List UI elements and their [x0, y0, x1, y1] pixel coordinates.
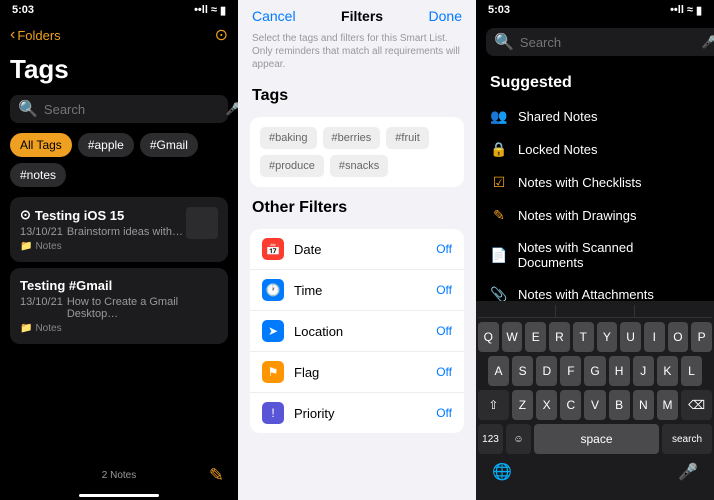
tags-row: All Tags #apple #Gmail #notes: [0, 123, 238, 197]
delete-key[interactable]: ⌫: [681, 390, 712, 420]
filter-time[interactable]: 🕐TimeOff: [250, 270, 464, 311]
checklist-icon: ☑: [490, 174, 508, 191]
letter-key[interactable]: R: [549, 322, 570, 352]
section-title: Tags: [238, 81, 476, 111]
tag-chip[interactable]: #berries: [323, 127, 381, 149]
note-thumbnail: [186, 207, 218, 239]
prediction[interactable]: [635, 305, 712, 317]
filter-date[interactable]: 📅DateOff: [250, 229, 464, 270]
hint-text: Select the tags and filters for this Sma…: [238, 32, 476, 81]
letter-key[interactable]: S: [512, 356, 533, 386]
folder-icon: 📁: [20, 323, 32, 334]
letter-key[interactable]: A: [488, 356, 509, 386]
letter-key[interactable]: U: [620, 322, 641, 352]
letter-key[interactable]: N: [633, 390, 654, 420]
suggestion-row[interactable]: 🔒Locked Notes: [476, 133, 714, 166]
letter-key[interactable]: E: [525, 322, 546, 352]
tag-chip[interactable]: #baking: [260, 127, 317, 149]
back-button[interactable]: ‹Folders: [10, 26, 61, 44]
suggestion-row[interactable]: ✎Notes with Drawings: [476, 199, 714, 232]
letter-key[interactable]: O: [668, 322, 689, 352]
flag-icon: ⚑: [262, 361, 284, 383]
document-icon: 📄: [490, 247, 508, 264]
letter-key[interactable]: I: [644, 322, 665, 352]
letter-key[interactable]: W: [502, 322, 523, 352]
globe-icon[interactable]: 🌐: [492, 462, 512, 482]
home-indicator[interactable]: [79, 494, 159, 497]
letter-key[interactable]: X: [536, 390, 557, 420]
cancel-button[interactable]: Cancel: [252, 8, 296, 24]
search-icon: 🔍: [18, 99, 38, 119]
note-card[interactable]: ⊙Testing iOS 15 13/10/21Brainstorm ideas…: [10, 197, 228, 262]
letter-key[interactable]: K: [657, 356, 678, 386]
shift-key[interactable]: ⇧: [478, 390, 509, 420]
compose-button[interactable]: ✎: [209, 465, 224, 486]
tag-chip[interactable]: #fruit: [386, 127, 428, 149]
status-bar: 5:03 ••ll≈▮: [0, 0, 238, 20]
note-card[interactable]: Testing #Gmail 13/10/21How to Create a G…: [10, 268, 228, 344]
letter-key[interactable]: C: [560, 390, 581, 420]
mic-icon[interactable]: 🎤: [226, 102, 238, 116]
tag-chip[interactable]: #Gmail: [140, 133, 198, 157]
priority-icon: !: [262, 402, 284, 424]
tag-chip[interactable]: #produce: [260, 155, 324, 177]
chevron-left-icon: ‹: [10, 26, 15, 44]
calendar-icon: 📅: [262, 238, 284, 260]
prediction[interactable]: [556, 305, 634, 317]
search-icon: 🔍: [494, 32, 514, 52]
search-key[interactable]: search: [662, 424, 712, 454]
numbers-key[interactable]: 123: [478, 424, 503, 454]
space-key[interactable]: space: [534, 424, 659, 454]
pin-icon: ⊙: [20, 207, 31, 223]
letter-key[interactable]: M: [657, 390, 678, 420]
section-title: Suggested: [476, 64, 714, 100]
dictation-icon[interactable]: 🎤: [678, 462, 698, 482]
suggestion-row[interactable]: 👥Shared Notes: [476, 100, 714, 133]
emoji-key[interactable]: ☺: [506, 424, 531, 454]
section-title: Other Filters: [238, 193, 476, 223]
filter-flag[interactable]: ⚑FlagOff: [250, 352, 464, 393]
filter-priority[interactable]: !PriorityOff: [250, 393, 464, 433]
people-icon: 👥: [490, 108, 508, 125]
drawing-icon: ✎: [490, 207, 508, 224]
mic-icon[interactable]: 🎤: [702, 35, 714, 49]
letter-key[interactable]: Q: [478, 322, 499, 352]
more-button[interactable]: ⊙: [215, 25, 228, 45]
letter-key[interactable]: Z: [512, 390, 533, 420]
clock-icon: 🕐: [262, 279, 284, 301]
letter-key[interactable]: F: [560, 356, 581, 386]
location-icon: ➤: [262, 320, 284, 342]
letter-key[interactable]: T: [573, 322, 594, 352]
tag-chip[interactable]: #apple: [78, 133, 134, 157]
letter-key[interactable]: L: [681, 356, 702, 386]
prediction[interactable]: [478, 305, 556, 317]
status-bar: 5:03 ••ll≈▮: [476, 0, 714, 20]
letter-key[interactable]: Y: [597, 322, 618, 352]
search-input[interactable]: 🔍 🎤: [486, 28, 714, 56]
modal-title: Filters: [341, 8, 383, 24]
suggestion-row[interactable]: ☑Notes with Checklists: [476, 166, 714, 199]
letter-key[interactable]: G: [584, 356, 605, 386]
page-title: Tags: [0, 50, 238, 95]
tag-chip[interactable]: All Tags: [10, 133, 72, 157]
keyboard: QWERTYUIOP ASDFGHJKL ⇧ ZXCVBNM ⌫ 123 ☺ s…: [476, 301, 714, 500]
letter-key[interactable]: H: [609, 356, 630, 386]
filter-location[interactable]: ➤LocationOff: [250, 311, 464, 352]
search-input[interactable]: 🔍 🎤: [10, 95, 228, 123]
folder-icon: 📁: [20, 241, 32, 252]
letter-key[interactable]: B: [609, 390, 630, 420]
suggestion-row[interactable]: 📄Notes with Scanned Documents: [476, 232, 714, 278]
letter-key[interactable]: J: [633, 356, 654, 386]
letter-key[interactable]: V: [584, 390, 605, 420]
note-count: 2 Notes: [0, 450, 238, 500]
letter-key[interactable]: P: [691, 322, 712, 352]
done-button[interactable]: Done: [429, 8, 462, 24]
lock-icon: 🔒: [490, 141, 508, 158]
tag-chip[interactable]: #notes: [10, 163, 66, 187]
letter-key[interactable]: D: [536, 356, 557, 386]
tag-chip[interactable]: #snacks: [330, 155, 388, 177]
